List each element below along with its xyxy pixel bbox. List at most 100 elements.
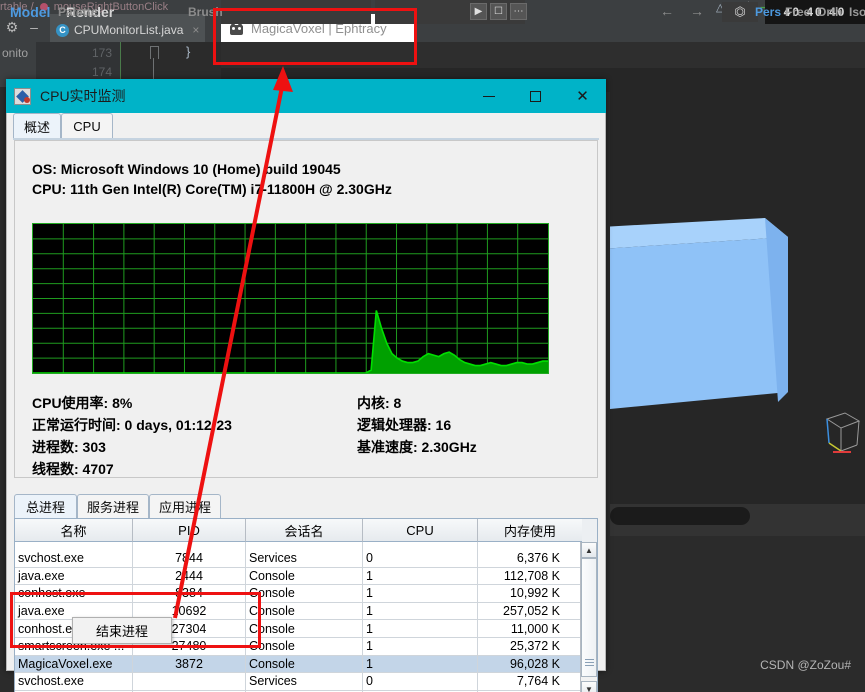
cell-session: Console [246, 655, 363, 673]
cell-pid: 8384 [133, 585, 246, 602]
tab-all-processes[interactable]: 总进程 [14, 494, 77, 518]
tab-service-processes[interactable]: 服务进程 [77, 494, 149, 518]
overview-panel: OS: Microsoft Windows 10 (Home) build 19… [14, 140, 598, 478]
minimize-button[interactable] [465, 79, 512, 113]
table-row-partial [15, 542, 597, 550]
close-button[interactable]: ✕ [559, 79, 606, 113]
cell-mem: 6,376 K [516, 551, 560, 566]
column-header-memory[interactable]: 内存使用 [478, 519, 582, 542]
column-header-session[interactable]: 会话名 [246, 519, 363, 542]
context-menu-label: 结束进程 [95, 624, 148, 639]
cell-cpu: 1 [363, 655, 478, 673]
table-scrollbar[interactable]: ▲ ▼ [580, 542, 597, 692]
view-mode-free[interactable]: Free [785, 5, 810, 19]
scrollbar-grip-icon [585, 659, 594, 668]
cpu-monitor-titlebar: CPU实时监测 ✕ [6, 79, 606, 113]
column-header-pid[interactable]: PID [133, 519, 246, 542]
stat-base-speed: 基准速度: 2.30GHz [357, 439, 477, 455]
cell-session: Console [246, 620, 363, 637]
search-input[interactable] [610, 507, 750, 525]
cell-cpu: 1 [363, 602, 478, 620]
java-class-icon: C [56, 23, 69, 37]
cell-name: MagicaVoxel.exe [15, 655, 133, 673]
window-controls: ✕ [465, 79, 606, 113]
eyes-icon[interactable]: ⋯ [510, 3, 527, 20]
table-row[interactable]: java.exe 2444 Console 1 112,708 K [15, 567, 597, 586]
column-header-name[interactable]: 名称 [15, 519, 133, 542]
cpu-monitor-title: CPU实时监测 [40, 88, 126, 104]
cell-cpu: 1 [363, 567, 478, 585]
cell-name: java.exe [15, 567, 133, 585]
cell-session: Console [246, 637, 363, 655]
magicavoxel-viewport[interactable] [610, 92, 865, 504]
cell-pid [133, 673, 246, 690]
cell-session: Services [246, 550, 363, 567]
code-fold-icon[interactable] [150, 46, 159, 59]
cell-cpu: 1 [363, 620, 478, 637]
process-table[interactable]: 名称 PID 会话名 CPU 内存使用 svchost.exe 7844 Ser… [14, 518, 598, 692]
stat-cores: 内核: 8 [357, 395, 402, 411]
tab-all-processes-label: 总进程 [25, 500, 65, 515]
view-mode-iso[interactable]: Iso [849, 5, 865, 19]
process-tabstrip: 总进程 服务进程 应用进程 [14, 494, 598, 518]
cursor-icon[interactable]: ▶ [470, 3, 487, 20]
table-row[interactable]: svchost.exe Services 0 7,764 K [15, 673, 597, 691]
tab-service-processes-label: 服务进程 [86, 500, 139, 515]
cell-name: svchost.exe [15, 550, 133, 567]
frame-icon[interactable]: ☐ [490, 3, 507, 20]
overview-tabstrip: 概述 CPU [13, 113, 607, 138]
cell-session: Console [246, 585, 363, 602]
axis-gizmo-icon[interactable] [821, 399, 863, 454]
cpu-monitor-body: 概述 CPU OS: Microsoft Windows 10 (Home) b… [6, 113, 607, 692]
cell-mem: 7,764 K [516, 674, 560, 689]
view-mode-pers[interactable]: Pers [755, 5, 781, 19]
cell-mem: 11,000 K [510, 621, 560, 636]
code-closing-brace: } [186, 44, 191, 59]
editor-tab-label: CPUMonitorList.java [74, 23, 184, 37]
context-menu-end-process[interactable]: 结束进程 [72, 617, 172, 644]
gear-icon[interactable]: ⚙ [4, 19, 20, 35]
minimize-icon[interactable]: – [26, 19, 42, 35]
menu-item-model[interactable]: Model [10, 4, 50, 20]
tab-app-processes[interactable]: 应用进程 [149, 494, 221, 518]
column-header-cpu[interactable]: CPU [363, 519, 478, 542]
table-row[interactable]: conhost.exe 8384 Console 1 10,992 K [15, 585, 597, 603]
cell-cpu: 1 [363, 585, 478, 602]
cell-pid: 2444 [133, 567, 246, 585]
table-row[interactable]: MagicaVoxel.exe 3872 Console 1 96,028 K [15, 655, 597, 674]
stat-uptime: 正常运行时间: 0 days, 01:12:23 [32, 417, 232, 433]
cell-session: Console [246, 602, 363, 620]
stat-thread-count: 线程数: 4707 [32, 461, 114, 477]
nav-forward-icon[interactable]: → [690, 3, 704, 19]
palette-panel-header[interactable] [221, 0, 371, 24]
tab-overview[interactable]: 概述 [13, 113, 61, 138]
cell-pid: 3872 [133, 655, 246, 673]
tab-cpu[interactable]: CPU [61, 113, 113, 138]
cell-name: svchost.exe [15, 673, 133, 690]
crop-icon[interactable]: ⏣ [722, 2, 758, 22]
tab-app-processes-label: 应用进程 [158, 500, 211, 515]
scroll-up-button[interactable]: ▲ [581, 542, 597, 558]
cell-mem: 10,992 K [509, 586, 560, 601]
os-info-line: OS: Microsoft Windows 10 (Home) build 19… [32, 161, 341, 177]
scrollbar-thumb[interactable] [581, 558, 597, 677]
scroll-down-button[interactable]: ▼ [581, 681, 597, 692]
cell-mem: 25,372 K [509, 639, 560, 654]
maximize-button[interactable] [512, 79, 559, 113]
cell-name: conhost.exe [15, 585, 133, 602]
stat-logical-processors: 逻辑处理器: 16 [357, 417, 452, 433]
cpu-info-line: CPU: 11th Gen Intel(R) Core(TM) i7-11800… [32, 181, 392, 197]
palette-label: Palette [58, 5, 98, 19]
magicavoxel-menubar [221, 42, 865, 68]
stat-cpu-usage: CPU使用率: 8% [32, 395, 133, 411]
cell-session: Console [246, 567, 363, 585]
magicavoxel-lower-panel: CSDN @ZoZou# [610, 536, 865, 692]
cell-cpu: 0 [363, 673, 478, 690]
close-icon[interactable]: × [192, 23, 199, 37]
watermark: CSDN @ZoZou# [760, 658, 851, 672]
line-number: 173 [91, 46, 112, 60]
tab-overview-label: 概述 [23, 119, 50, 135]
view-mode-orth[interactable]: Orth [817, 5, 842, 19]
table-row[interactable]: svchost.exe 7844 Services 0 6,376 K [15, 550, 597, 568]
nav-back-icon[interactable]: ← [660, 3, 674, 19]
